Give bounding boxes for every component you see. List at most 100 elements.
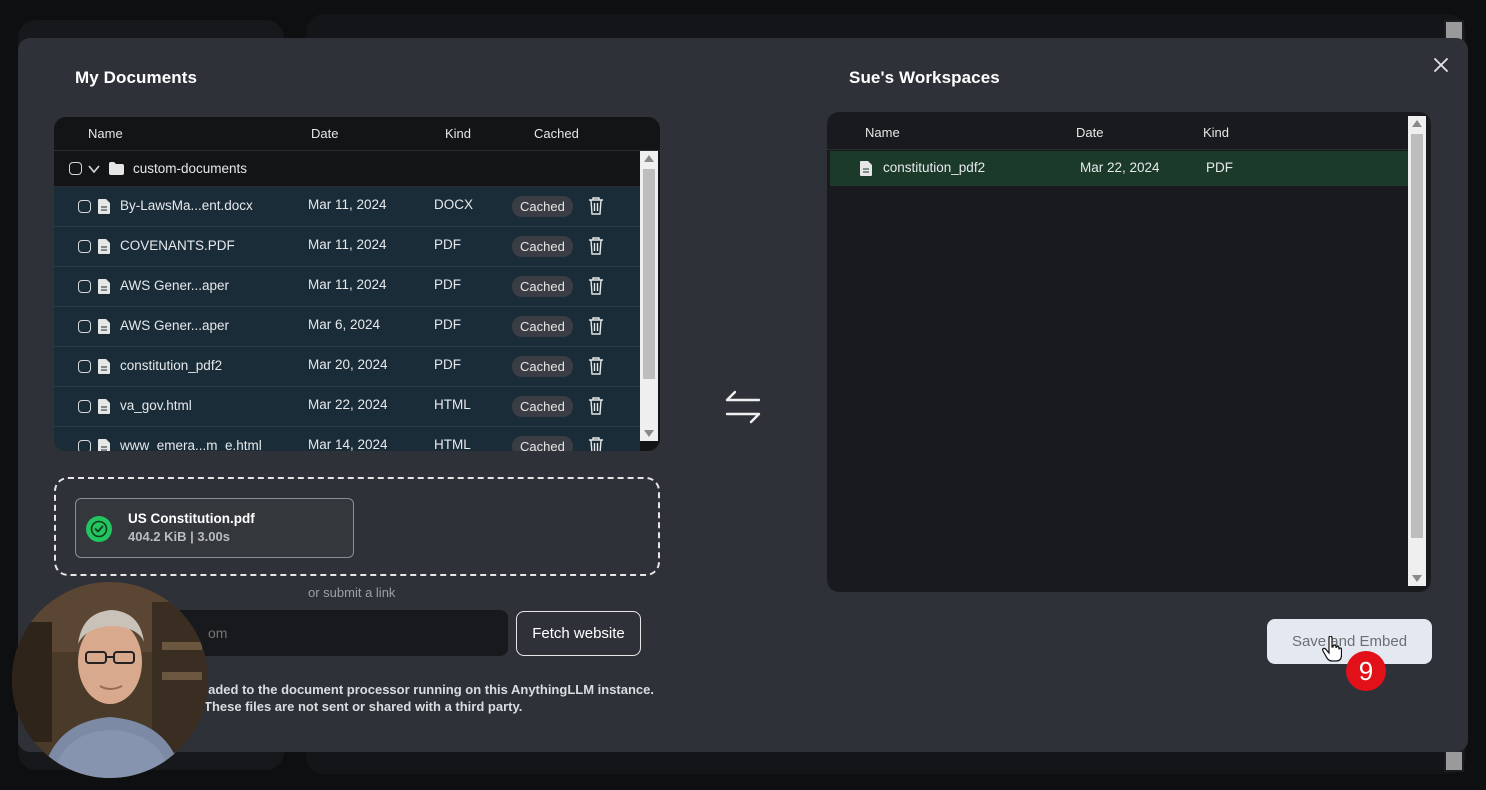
- scroll-up-arrow[interactable]: [644, 155, 654, 162]
- file-row[interactable]: AWS Gener...aper Mar 11, 2024 PDF Cached: [54, 267, 640, 307]
- file-row[interactable]: By-LawsMa...ent.docx Mar 11, 2024 DOCX C…: [54, 187, 640, 227]
- document-icon: [98, 439, 110, 451]
- uploaded-file-meta: 404.2 KiB | 3.00s: [128, 529, 230, 544]
- file-kind: PDF: [434, 357, 461, 372]
- file-kind: HTML: [434, 397, 471, 412]
- file-kind: PDF: [434, 317, 461, 332]
- column-date[interactable]: Date: [311, 126, 338, 141]
- swap-arrows-icon[interactable]: [724, 388, 762, 426]
- ws-file-kind: PDF: [1206, 160, 1233, 175]
- ws-column-name[interactable]: Name: [865, 125, 900, 140]
- document-icon: [98, 239, 110, 254]
- file-date: Mar 11, 2024: [308, 197, 387, 212]
- success-check-icon: [86, 516, 112, 542]
- trash-icon[interactable]: [588, 357, 604, 375]
- file-checkbox[interactable]: [78, 280, 91, 293]
- cached-badge: Cached: [512, 316, 573, 337]
- webcam-overlay: [12, 582, 208, 778]
- ws-file-name: constitution_pdf2: [883, 160, 986, 175]
- scroll-down-arrow[interactable]: [644, 430, 654, 437]
- file-kind: PDF: [434, 277, 461, 292]
- document-icon: [98, 199, 110, 214]
- cached-badge: Cached: [512, 396, 573, 417]
- scroll-thumb[interactable]: [1411, 134, 1423, 538]
- file-name: www_emera...m_e.html: [120, 438, 262, 451]
- workspace-scrollbar[interactable]: [1408, 116, 1426, 586]
- cached-badge: Cached: [512, 236, 573, 257]
- file-checkbox[interactable]: [78, 400, 91, 413]
- file-name: COVENANTS.PDF: [120, 238, 235, 253]
- file-name: By-LawsMa...ent.docx: [120, 198, 253, 213]
- save-and-embed-button[interactable]: Save and Embed: [1267, 619, 1432, 664]
- file-checkbox[interactable]: [78, 320, 91, 333]
- folder-name: custom-documents: [133, 161, 248, 176]
- file-name: AWS Gener...aper: [120, 278, 230, 293]
- documents-table: Name Date Kind Cached custom-documents B…: [54, 117, 660, 451]
- my-documents-title: My Documents: [75, 68, 198, 87]
- table-header: Name Date Kind Cached: [54, 117, 660, 151]
- file-name: constitution_pdf2: [120, 358, 223, 373]
- file-kind: DOCX: [434, 197, 474, 212]
- document-icon: [98, 319, 110, 334]
- column-cached[interactable]: Cached: [534, 126, 579, 141]
- file-row[interactable]: www_emera...m_e.html Mar 14, 2024 HTML C…: [54, 427, 640, 451]
- file-checkbox[interactable]: [78, 440, 91, 451]
- manage-documents-modal: My Documents Sue's Workspaces Name Date …: [18, 38, 1468, 752]
- file-kind: PDF: [434, 237, 461, 252]
- file-row[interactable]: constitution_pdf2 Mar 20, 2024 PDF Cache…: [54, 347, 640, 387]
- file-date: Mar 20, 2024: [308, 357, 388, 372]
- document-icon: [860, 161, 872, 176]
- scroll-thumb[interactable]: [643, 169, 655, 379]
- column-kind[interactable]: Kind: [445, 126, 471, 141]
- document-icon: [98, 279, 110, 294]
- workspace-file-row[interactable]: constitution_pdf2 Mar 22, 2024 PDF: [830, 151, 1408, 186]
- file-date: Mar 14, 2024: [308, 437, 388, 451]
- file-date: Mar 22, 2024: [308, 397, 388, 412]
- file-checkbox[interactable]: [78, 200, 91, 213]
- workspace-table: Name Date Kind constitution_pdf2 Mar 22,…: [827, 112, 1431, 592]
- uploaded-file-name: US Constitution.pdf: [128, 511, 255, 526]
- fetch-website-button[interactable]: Fetch website: [516, 611, 641, 656]
- chevron-down-icon[interactable]: [88, 164, 100, 174]
- file-date: Mar 6, 2024: [308, 317, 381, 332]
- scroll-down-arrow[interactable]: [1412, 575, 1422, 582]
- trash-icon[interactable]: [588, 437, 604, 451]
- cached-badge: Cached: [512, 356, 573, 377]
- ws-file-date: Mar 22, 2024: [1080, 160, 1160, 175]
- cached-badge: Cached: [512, 436, 573, 451]
- file-name: va_gov.html: [120, 398, 192, 413]
- trash-icon[interactable]: [588, 317, 604, 335]
- file-checkbox[interactable]: [78, 240, 91, 253]
- file-list: By-LawsMa...ent.docx Mar 11, 2024 DOCX C…: [54, 187, 640, 451]
- close-icon[interactable]: [1430, 54, 1452, 76]
- trash-icon[interactable]: [588, 197, 604, 215]
- file-kind: HTML: [434, 437, 471, 451]
- scroll-up-arrow[interactable]: [1412, 120, 1422, 127]
- workspace-table-header: Name Date Kind: [827, 112, 1407, 150]
- file-row[interactable]: COVENANTS.PDF Mar 11, 2024 PDF Cached: [54, 227, 640, 267]
- file-name: AWS Gener...aper: [120, 318, 230, 333]
- file-date: Mar 11, 2024: [308, 237, 387, 252]
- cached-badge: Cached: [512, 196, 573, 217]
- workspace-title: Sue's Workspaces: [849, 68, 1000, 87]
- column-name[interactable]: Name: [88, 126, 123, 141]
- trash-icon[interactable]: [588, 277, 604, 295]
- ws-column-kind[interactable]: Kind: [1203, 125, 1229, 140]
- ws-column-date[interactable]: Date: [1076, 125, 1103, 140]
- documents-scrollbar[interactable]: [640, 151, 658, 441]
- cached-badge: Cached: [512, 276, 573, 297]
- folder-icon: [109, 162, 124, 175]
- upload-drop-zone[interactable]: US Constitution.pdf 404.2 KiB | 3.00s: [54, 477, 660, 576]
- hand-cursor-icon: [1322, 636, 1342, 662]
- folder-row[interactable]: custom-documents: [54, 151, 640, 187]
- submit-link-label: or submit a link: [308, 585, 396, 600]
- trash-icon[interactable]: [588, 397, 604, 415]
- file-row[interactable]: va_gov.html Mar 22, 2024 HTML Cached: [54, 387, 640, 427]
- file-row[interactable]: AWS Gener...aper Mar 6, 2024 PDF Cached: [54, 307, 640, 347]
- trash-icon[interactable]: [588, 237, 604, 255]
- folder-checkbox[interactable]: [69, 162, 82, 175]
- file-checkbox[interactable]: [78, 360, 91, 373]
- uploaded-file-card: US Constitution.pdf 404.2 KiB | 3.00s: [75, 498, 354, 558]
- step-number-badge: 9: [1346, 651, 1386, 691]
- document-icon: [98, 359, 110, 374]
